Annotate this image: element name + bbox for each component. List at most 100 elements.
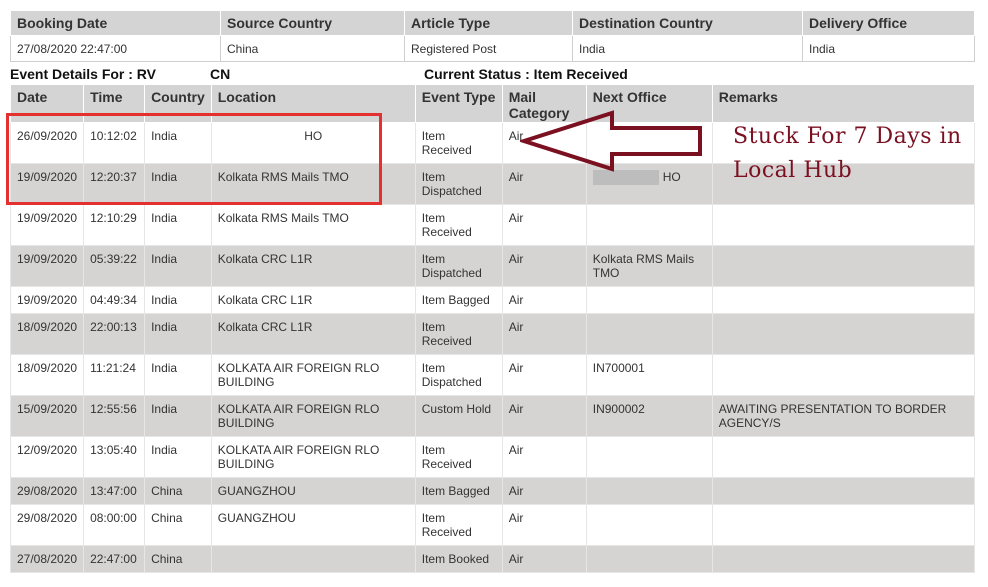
next-office — [585, 436, 713, 478]
next-office: IN700001 — [585, 354, 713, 396]
remarks-text: AWAITING PRESENTATION TO BORDER AGENCY/S — [718, 402, 947, 430]
event-date-text: 27/08/2020 — [17, 552, 78, 566]
next-office — [585, 545, 713, 573]
event-details-label: Event Details For : RV CN — [10, 66, 230, 82]
tracking-id-suffix: CN — [210, 66, 231, 82]
event-row: 15/09/2020 12:55:56 India KOLKATA AIR FOREI… — [9, 395, 976, 437]
remarks: AWAITING PRESENTATION TO BORDER AGENCY/S — [711, 395, 976, 437]
event-location: Kolkata CRC L1R — [210, 245, 416, 287]
remarks — [711, 313, 976, 355]
event-row: 19/09/2020 05:39:22 India Kolkata CRC L1R It… — [9, 245, 976, 287]
delivery-office-value: India — [802, 35, 975, 62]
event-type-text: Item Received — [421, 320, 472, 348]
event-location: KOLKATA AIR FOREIGN RLO BUILDING — [210, 436, 416, 478]
event-country-text: India — [151, 252, 178, 266]
mail-category-text: Air — [508, 443, 524, 457]
mail-category-text: Air — [508, 170, 524, 184]
event-time: 05:39:22 — [83, 245, 146, 287]
event-type: Custom Hold — [414, 395, 503, 437]
mail-category: Air — [501, 354, 587, 396]
event-date: 29/08/2020 — [9, 504, 85, 546]
mail-category-text: Air — [508, 252, 524, 266]
event-type: Item Received — [414, 204, 503, 246]
event-type: Item Received — [414, 436, 503, 478]
event-date: 15/09/2020 — [9, 395, 85, 437]
event-date: 26/09/2020 — [9, 122, 85, 164]
event-header: Event Details For : RV CN Current Status … — [10, 66, 975, 82]
event-time-text: 11:21:24 — [90, 361, 136, 375]
mail-category: Air — [501, 245, 587, 287]
event-date: 19/09/2020 — [9, 286, 85, 314]
event-time: 12:20:37 — [83, 163, 146, 205]
event-type-text: Item Received — [421, 443, 472, 471]
mail-category-text: Air — [508, 211, 524, 225]
event-country-text: India — [151, 320, 178, 334]
event-location-text: Kolkata CRC L1R — [217, 252, 313, 266]
event-time: 22:47:00 — [83, 545, 146, 573]
event-country-text: India — [151, 211, 178, 225]
event-row: 18/09/2020 22:00:13 India Kolkata CRC L1R It… — [9, 313, 976, 355]
event-country: China — [144, 504, 212, 546]
event-date-text: 18/09/2020 — [17, 361, 78, 375]
annotation-line-2: Local Hub — [733, 158, 853, 183]
mail-category: Air — [501, 313, 587, 355]
mail-category-text: Air — [508, 402, 524, 416]
event-location-text: KOLKATA AIR FOREIGN RLO BUILDING — [217, 361, 380, 389]
event-country-text: India — [151, 443, 178, 457]
event-row: 29/08/2020 08:00:00 China GUANGZHOU Item Rec… — [9, 504, 976, 546]
event-country: India — [144, 286, 212, 314]
event-date: 19/09/2020 — [9, 204, 85, 246]
remarks — [711, 477, 976, 505]
event-location: KOLKATA AIR FOREIGN RLO BUILDING — [210, 354, 416, 396]
mail-category: Air — [501, 204, 587, 246]
col-country: Country — [144, 84, 212, 123]
next-office-text: IN900002 — [592, 402, 645, 416]
event-row: 29/08/2020 13:47:00 China GUANGZHOU Item Bag… — [9, 477, 976, 505]
event-location: Kolkata CRC L1R — [210, 313, 416, 355]
event-time-text: 05:39:22 — [90, 252, 137, 266]
annotation-line-1: Stuck For 7 Days in — [733, 124, 962, 149]
next-office — [585, 504, 713, 546]
event-location: Kolkata RMS Mails TMO — [210, 163, 416, 205]
event-location-text: Kolkata CRC L1R — [217, 320, 313, 334]
event-location-text: KOLKATA AIR FOREIGN RLO BUILDING — [217, 443, 380, 471]
event-date: 27/08/2020 — [9, 545, 85, 573]
event-date-text: 26/09/2020 — [17, 129, 78, 143]
remarks — [711, 245, 976, 287]
event-type: Item Booked — [414, 545, 503, 573]
event-time-text: 13:47:00 — [90, 484, 137, 498]
booking-col-source: Source Country — [220, 10, 405, 36]
event-time-text: 08:00:00 — [90, 511, 137, 525]
event-country: India — [144, 313, 212, 355]
event-location: HO — [210, 122, 416, 164]
event-country-text: India — [151, 170, 178, 184]
event-country: China — [144, 477, 212, 505]
event-row: 27/08/2020 22:47:00 China Item Booked Air — [9, 545, 976, 573]
next-office-text: HO — [662, 170, 681, 184]
event-time-text: 10:12:02 — [90, 129, 137, 143]
event-date-text: 19/09/2020 — [17, 293, 78, 307]
event-country: China — [144, 545, 212, 573]
mail-category: Air — [501, 436, 587, 478]
event-time-text: 13:05:40 — [90, 443, 137, 457]
event-location-text: HO — [304, 129, 323, 143]
event-country: India — [144, 122, 212, 164]
event-time: 04:49:34 — [83, 286, 146, 314]
mail-category-text: Air — [508, 320, 524, 334]
event-country: India — [144, 354, 212, 396]
event-time-text: 12:10:29 — [90, 211, 137, 225]
event-time-text: 12:55:56 — [90, 402, 137, 416]
event-time: 12:10:29 — [83, 204, 146, 246]
event-type-text: Custom Hold — [421, 402, 492, 416]
event-type: Item Received — [414, 313, 503, 355]
col-remarks: Remarks — [711, 84, 976, 123]
event-location: GUANGZHOU — [210, 477, 416, 505]
event-row: 19/09/2020 04:49:34 India Kolkata CRC L1R It… — [9, 286, 976, 314]
current-status: Current Status : Item Received — [424, 66, 628, 82]
event-type: Item Dispatched — [414, 354, 503, 396]
booking-col-article: Article Type — [404, 10, 573, 36]
event-time: 13:47:00 — [83, 477, 146, 505]
booking-table: Booking Date Source Country Article Type… — [10, 10, 975, 62]
booking-value-row: 27/08/2020 22:47:00 China Registered Pos… — [10, 35, 975, 62]
booking-date-value: 27/08/2020 22:47:00 — [10, 35, 221, 62]
